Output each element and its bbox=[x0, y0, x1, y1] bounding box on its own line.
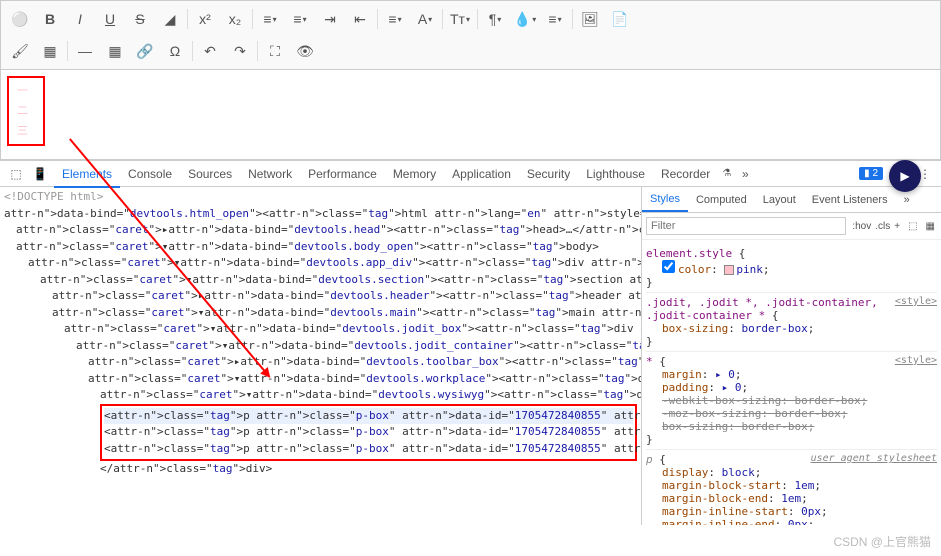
devtools-tab-security[interactable]: Security bbox=[519, 162, 578, 186]
elements-tree[interactable]: <!DOCTYPE html> attr-n">data-bind="devto… bbox=[0, 187, 641, 525]
ol-icon[interactable]: ≡▾ bbox=[285, 5, 315, 33]
editor-toolbar: ⚪BIUS◢x²x₂≡▾≡▾⇥⇤≡▾A▾Tт▾¶▾💧▾≡▾🖼📄 🖌▦—▦🔗Ω↶↷… bbox=[0, 0, 941, 70]
symbol-icon[interactable]: Ω bbox=[160, 37, 190, 65]
file-icon[interactable]: 📄 bbox=[605, 5, 635, 33]
styles-tab-computed[interactable]: Computed bbox=[688, 189, 755, 211]
devtools-tab-recorder[interactable]: Recorder bbox=[653, 162, 718, 186]
css-rule[interactable]: <style>* {margin: ▸ 0;padding: ▸ 0;-webk… bbox=[646, 352, 937, 450]
devtools-tab-sources[interactable]: Sources bbox=[180, 162, 240, 186]
jodit-box[interactable]: attr-n">class="caret">▾attr-n">data-bind… bbox=[4, 321, 637, 338]
inspect-icon[interactable]: ⬚ bbox=[6, 167, 26, 181]
devtools-tab-network[interactable]: Network bbox=[240, 162, 300, 186]
filter-btn-hov[interactable]: :hov bbox=[850, 219, 873, 234]
devtools-tab-console[interactable]: Console bbox=[120, 162, 180, 186]
devtools-panel: ⬚ 📱 ElementsConsoleSourcesNetworkPerform… bbox=[0, 160, 941, 525]
font-size-icon[interactable]: Tт▾ bbox=[445, 5, 475, 33]
source-icon[interactable]: ⚪ bbox=[5, 5, 35, 33]
devtools-tab-elements[interactable]: Elements bbox=[54, 162, 120, 188]
outdent-icon[interactable]: ⇤ bbox=[345, 5, 375, 33]
highlighted-dom-block: <attr-n">class="tag">p attr-n">class="p-… bbox=[100, 404, 637, 462]
prop-toggle[interactable] bbox=[662, 260, 675, 273]
superscript-icon[interactable]: x² bbox=[190, 5, 220, 33]
editor-line: 三 bbox=[17, 122, 35, 142]
filter-btn-+[interactable]: + bbox=[892, 219, 902, 234]
select-all-icon[interactable]: ▦ bbox=[35, 37, 65, 65]
body-tag[interactable]: attr-n">class="caret">▾attr-n">data-bind… bbox=[4, 239, 637, 256]
toolbar-box[interactable]: attr-n">class="caret">▸attr-n">data-bind… bbox=[4, 354, 637, 371]
styles-panel: StylesComputedLayoutEvent Listeners» :ho… bbox=[641, 187, 941, 525]
css-rule[interactable]: user agent stylesheetp {display: block;m… bbox=[646, 450, 937, 525]
paragraph-icon[interactable]: ¶▾ bbox=[480, 5, 510, 33]
errors-count-badge[interactable]: ▮ 2 bbox=[859, 167, 883, 180]
html-tag[interactable]: attr-n">data-bind="devtools.html_open"><… bbox=[4, 206, 637, 223]
styles-tab-event-listeners[interactable]: Event Listeners bbox=[804, 189, 896, 211]
div-close: </attr-n">class="tag">div> bbox=[4, 461, 637, 478]
doctype-line: <!DOCTYPE html> bbox=[4, 189, 637, 206]
filter-btn-cls[interactable]: .cls bbox=[873, 219, 892, 234]
section-tag[interactable]: attr-n">class="caret">▾attr-n">data-bind… bbox=[4, 272, 637, 289]
devtools-tab-lighthouse[interactable]: Lighthouse bbox=[578, 162, 653, 186]
app-div[interactable]: attr-n">class="caret">▾attr-n">data-bind… bbox=[4, 255, 637, 272]
floating-action-button[interactable]: ▶ bbox=[889, 160, 921, 192]
watermark-text: CSDN @上官熊猫 bbox=[833, 533, 931, 550]
undo-icon[interactable]: ↶ bbox=[195, 37, 225, 65]
font-icon[interactable]: A▾ bbox=[410, 5, 440, 33]
hr-icon[interactable]: — bbox=[70, 37, 100, 65]
table-icon[interactable]: ▦ bbox=[100, 37, 130, 65]
styles-tab-styles[interactable]: Styles bbox=[642, 188, 688, 212]
jodit-container[interactable]: attr-n">class="caret">▾attr-n">data-bind… bbox=[4, 338, 637, 355]
strike-icon[interactable]: S bbox=[125, 5, 155, 33]
brush-icon[interactable]: 💧▾ bbox=[510, 5, 540, 33]
align-left-icon[interactable]: ≡▾ bbox=[380, 5, 410, 33]
styles-tab-layout[interactable]: Layout bbox=[755, 189, 804, 211]
device-icon[interactable]: 📱 bbox=[30, 167, 50, 181]
redo-icon[interactable]: ↷ bbox=[225, 37, 255, 65]
computed-toggle-icon[interactable]: ▦ bbox=[924, 219, 937, 234]
devtools-tab-memory[interactable]: Memory bbox=[385, 162, 444, 186]
underline-icon[interactable]: U bbox=[95, 5, 125, 33]
css-rules[interactable]: element.style {color: pink;}<style>.jodi… bbox=[642, 240, 941, 525]
image-icon[interactable]: 🖼 bbox=[575, 5, 605, 33]
workplace[interactable]: attr-n">class="caret">▾attr-n">data-bind… bbox=[4, 371, 637, 388]
eraser-icon[interactable]: ◢ bbox=[155, 5, 185, 33]
p-element-line[interactable]: <attr-n">class="tag">p attr-n">class="p-… bbox=[104, 424, 633, 441]
ul-icon[interactable]: ≡▾ bbox=[255, 5, 285, 33]
recorder-badge-icon: ⚗ bbox=[722, 168, 731, 179]
styles-filter-input[interactable] bbox=[646, 217, 846, 235]
copyformat-icon[interactable]: 🖌 bbox=[5, 37, 35, 65]
main-tag[interactable]: attr-n">class="caret">▾attr-n">data-bind… bbox=[4, 305, 637, 322]
editor-content-area[interactable]: 一 二 三 bbox=[0, 70, 941, 160]
devtools-tab-application[interactable]: Application bbox=[444, 162, 519, 186]
devtools-tab-performance[interactable]: Performance bbox=[300, 162, 385, 186]
fullsize-icon[interactable]: ⛶ bbox=[260, 37, 290, 65]
bold-icon[interactable]: B bbox=[35, 5, 65, 33]
p-element-line[interactable]: <attr-n">class="tag">p attr-n">class="p-… bbox=[104, 408, 633, 425]
italic-icon[interactable]: I bbox=[65, 5, 95, 33]
subscript-icon[interactable]: x₂ bbox=[220, 5, 250, 33]
header-tag[interactable]: attr-n">class="caret">▸attr-n">data-bind… bbox=[4, 288, 637, 305]
css-rule[interactable]: element.style {color: pink;} bbox=[646, 244, 937, 293]
toggle-classes-icon[interactable]: ⬚ bbox=[906, 219, 919, 234]
head-tag[interactable]: attr-n">class="caret">▸attr-n">data-bind… bbox=[4, 222, 637, 239]
line-height-icon[interactable]: ≡▾ bbox=[540, 5, 570, 33]
editor-line: 二 bbox=[17, 102, 35, 122]
link-icon[interactable]: 🔗 bbox=[130, 37, 160, 65]
more-tabs-icon[interactable]: » bbox=[735, 167, 755, 181]
indent-icon[interactable]: ⇥ bbox=[315, 5, 345, 33]
css-rule[interactable]: <style>.jodit, .jodit *, .jodit-containe… bbox=[646, 293, 937, 352]
highlighted-content-box: 一 二 三 bbox=[7, 76, 45, 146]
p-element-line[interactable]: <attr-n">class="tag">p attr-n">class="p-… bbox=[104, 441, 633, 458]
editor-line: 一 bbox=[17, 82, 35, 102]
wysiwyg[interactable]: attr-n">class="caret">▾attr-n">data-bind… bbox=[4, 387, 637, 404]
preview-icon[interactable]: 👁 bbox=[290, 37, 320, 65]
devtools-tabs: ⬚ 📱 ElementsConsoleSourcesNetworkPerform… bbox=[0, 161, 941, 187]
